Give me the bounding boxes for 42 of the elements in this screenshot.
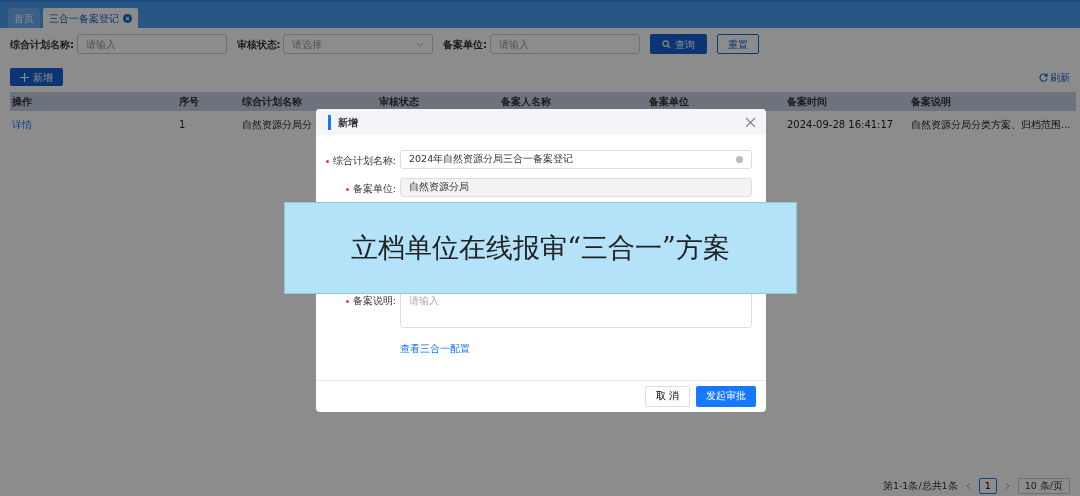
field-label: 备案单位: [443, 37, 487, 52]
refresh-link[interactable]: 刷新 [1038, 69, 1070, 85]
next-page-icon[interactable] [1004, 481, 1010, 490]
reset-button[interactable]: 重置 [716, 34, 759, 54]
page-button[interactable]: 1 [978, 477, 997, 494]
close-icon[interactable] [123, 13, 132, 23]
field-label: 备案单位: [352, 183, 396, 194]
prev-page-icon[interactable] [965, 481, 971, 490]
add-button[interactable]: 新增 [10, 68, 63, 86]
tab[interactable]: 三合一备案登记 [43, 8, 138, 28]
caption-text: 立档单位在线报审“三合一”方案 [351, 230, 730, 265]
plus-icon [20, 72, 29, 82]
page-size-select[interactable]: 10 条/页 [1017, 477, 1070, 494]
clear-icon[interactable] [736, 156, 743, 163]
cancel-button[interactable]: 取 消 [644, 386, 690, 407]
table-cell: 自然资源分局分类方案、归档范围... [911, 119, 1071, 130]
table-cell: 1 [179, 119, 186, 130]
select-label: 审核状态: [236, 37, 281, 52]
details-link[interactable]: 详情 [12, 119, 32, 130]
input-field: 自然资源分局 [400, 178, 752, 197]
field-label: 综合计划名称: [10, 37, 74, 52]
caret-icon [416, 41, 424, 47]
column-header: 综合计划名称 [240, 92, 377, 111]
config-link[interactable]: 查看三合一配置 [400, 342, 470, 357]
close-icon[interactable] [745, 116, 756, 128]
search-icon [661, 39, 671, 49]
submit-button[interactable]: 发起审批 [696, 386, 756, 407]
tab[interactable]: 首页 [8, 8, 40, 28]
column-header: 备案说明 [909, 92, 1076, 111]
page-summary: 第1-1条/总共1条 [882, 478, 958, 493]
search-button[interactable]: 查询 [649, 34, 707, 54]
dialog-title: 新增 [328, 114, 358, 130]
field-label: 综合计划名称: [332, 155, 396, 166]
column-header: 备案时间 [785, 92, 909, 111]
column-header: 序号 [177, 92, 240, 111]
refresh-icon [1038, 72, 1048, 82]
input-field[interactable]: 2024年自然资源分局三合一备案登记 [400, 150, 752, 169]
column-header: 备案单位 [647, 92, 785, 111]
field-label: 备案说明: [352, 295, 396, 306]
table-cell: 2024-09-28 16:41:17 [787, 119, 894, 130]
column-header: 操作 [10, 92, 177, 111]
table-cell: 自然资源分局分 [242, 119, 312, 130]
